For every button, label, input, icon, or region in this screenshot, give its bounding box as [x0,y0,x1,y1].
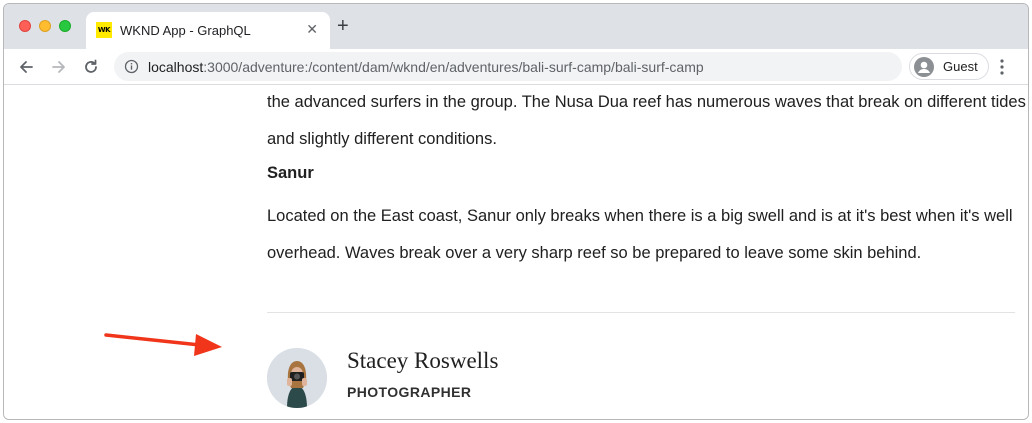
tab-title: WKND App - GraphQL [120,23,251,38]
tab-wknd-app[interactable]: WK WKND App - GraphQL ✕ [86,12,330,49]
content-divider [267,312,1015,313]
photographer-portrait-icon [267,348,327,408]
author-avatar [267,348,327,408]
article-paragraph-sanur: Located on the East coast, Sanur only br… [267,207,1013,262]
profile-label: Guest [943,59,978,74]
browser-toolbar: localhost:3000/adventure:/content/dam/wk… [4,49,1028,85]
page-content: the advanced surfers in the group. The N… [4,86,1028,419]
url-text[interactable]: localhost:3000/adventure:/content/dam/wk… [148,59,704,75]
author-name: Stacey Roswells [347,348,499,373]
close-window-button[interactable] [19,20,31,32]
forward-arrow-icon[interactable] [50,58,68,76]
article-paragraph-nusa-dua: the advanced surfers in the group. The N… [267,93,1026,148]
site-info-icon[interactable] [124,59,139,74]
section-heading-sanur: Sanur [267,164,314,182]
url-host: localhost [148,59,204,75]
zoom-window-button[interactable] [59,20,71,32]
minimize-window-button[interactable] [39,20,51,32]
author-role: PHOTOGRAPHER [347,384,472,400]
new-tab-button[interactable]: + [337,16,349,36]
back-arrow-icon[interactable] [17,58,35,76]
reload-icon[interactable] [82,58,100,76]
wknd-favicon-icon: WK [96,22,112,38]
annotation-arrow-icon [104,333,222,356]
browser-window: WK WKND App - GraphQL ✕ + localhost:3000… [3,3,1029,420]
profile-avatar-icon [914,57,934,77]
tab-strip: WK WKND App - GraphQL ✕ + [4,4,1028,49]
profile-button[interactable]: Guest [909,53,989,80]
tab-close-icon[interactable]: ✕ [306,21,318,38]
address-bar[interactable]: localhost:3000/adventure:/content/dam/wk… [114,52,902,81]
url-path: :3000/adventure:/content/dam/wknd/en/adv… [203,59,704,75]
more-menu-icon[interactable] [1000,58,1004,76]
